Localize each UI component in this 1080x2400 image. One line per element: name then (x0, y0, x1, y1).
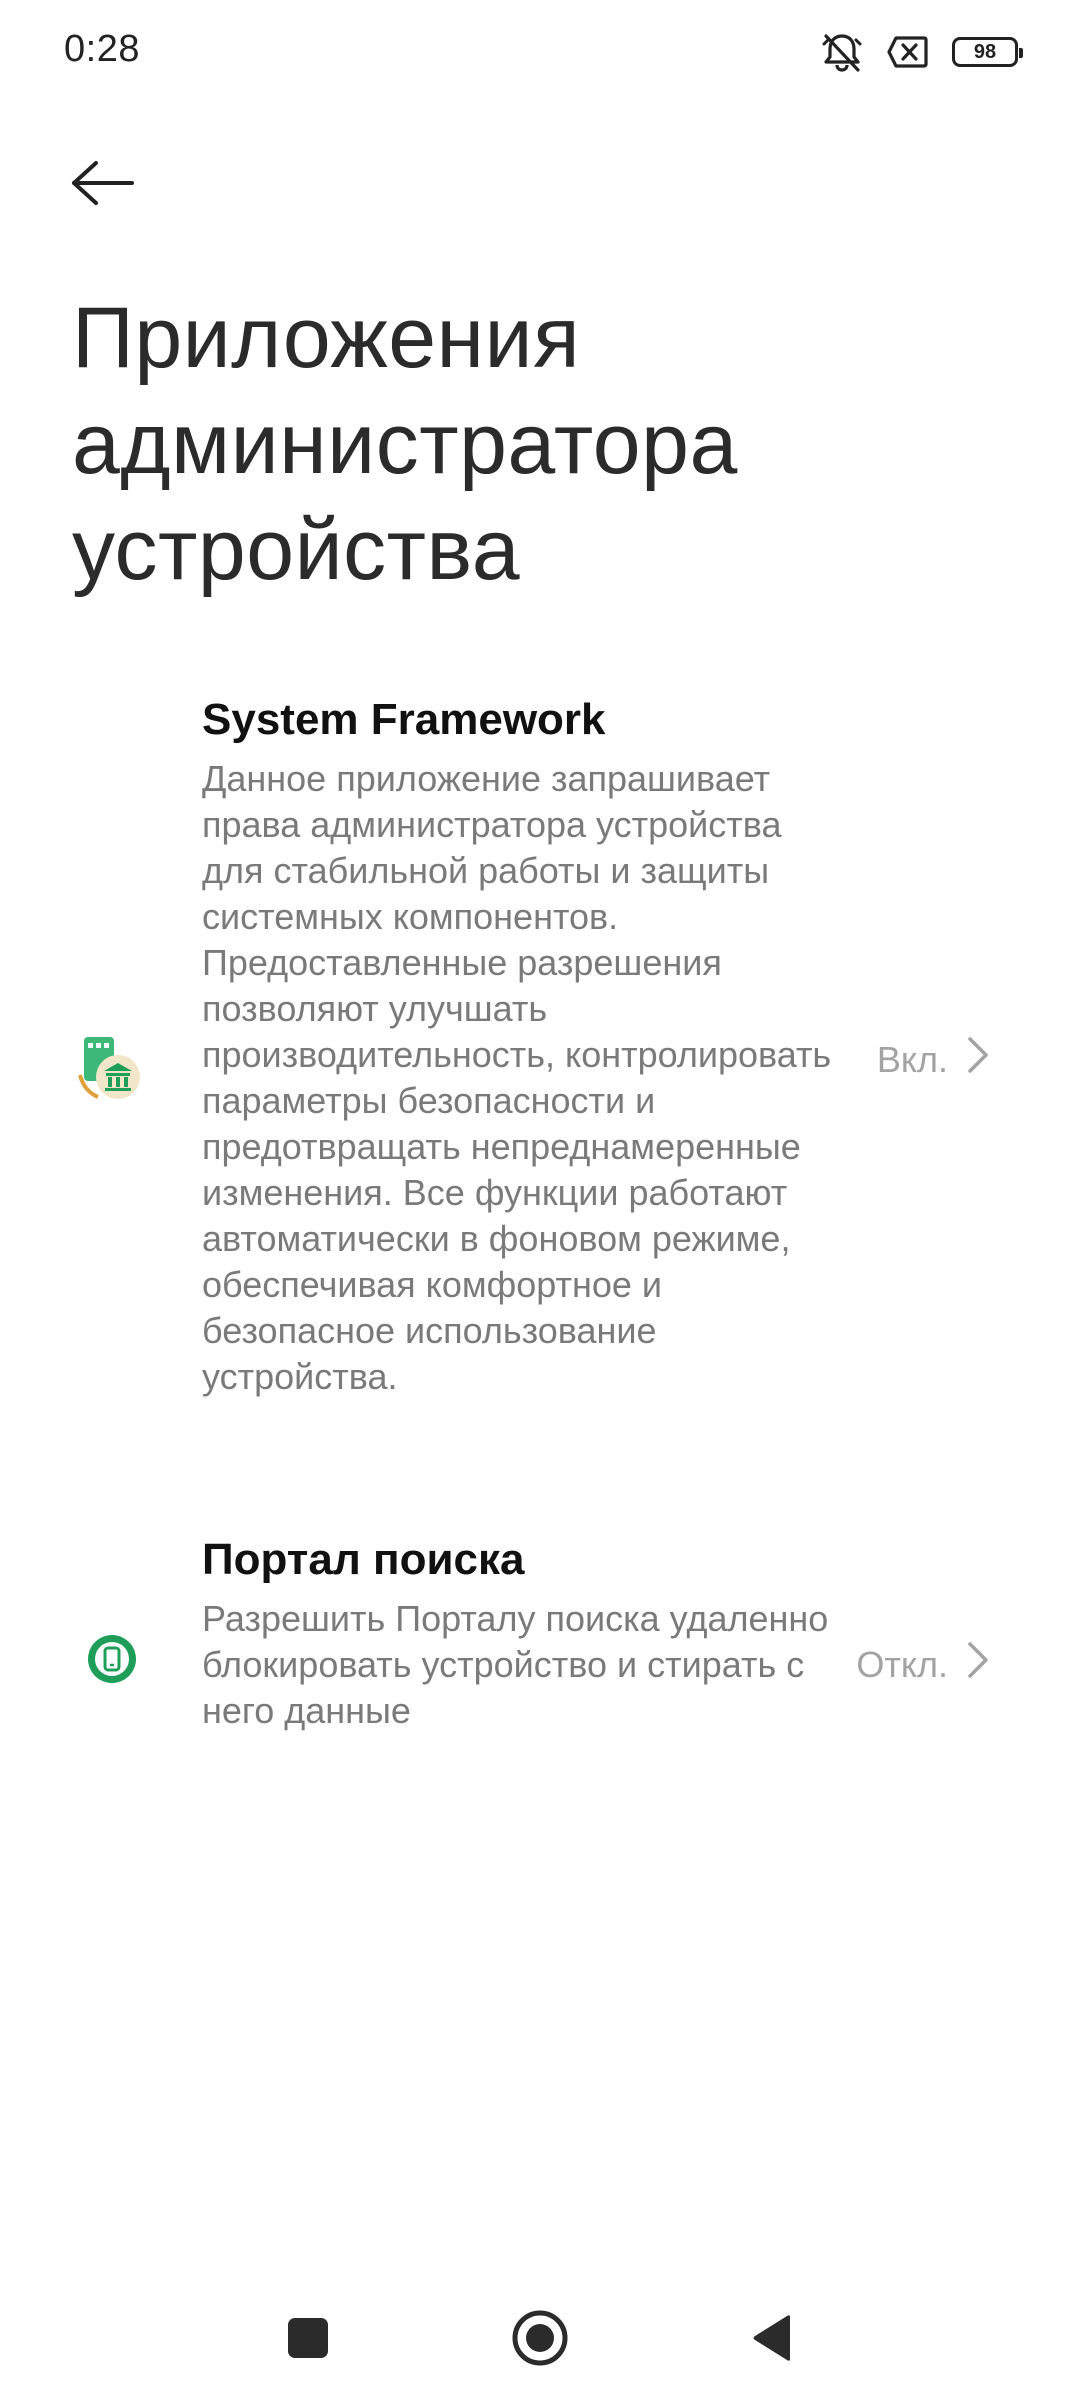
bank-app-icon (78, 1035, 146, 1103)
item-text: System Framework Данное приложение запра… (202, 690, 852, 1400)
item-status: Откл. (856, 1640, 990, 1689)
home-circle-icon (510, 2308, 570, 2373)
item-status: Вкл. (877, 1035, 990, 1084)
sim-x-icon (886, 32, 930, 72)
recents-square-icon (286, 2316, 330, 2365)
page-title: Приложения администратора устройства (72, 290, 738, 598)
back-triangle-icon (750, 2313, 794, 2368)
bell-off-icon (820, 30, 864, 74)
item-title: System Framework (202, 695, 606, 744)
status-label: Вкл. (876, 1038, 948, 1080)
arrow-left-icon (70, 159, 136, 212)
find-device-icon (78, 1625, 146, 1693)
item-text: Портал поиска Разрешить Порталу поиска у… (202, 1530, 852, 1734)
status-icons: 98 (820, 30, 1023, 74)
nav-back-button[interactable] (732, 2300, 812, 2380)
back-button[interactable] (70, 145, 150, 225)
item-description: Разрешить Порталу поиска удаленно блокир… (202, 1598, 829, 1731)
list-item-find-device[interactable]: Портал поиска Разрешить Порталу поиска у… (0, 1530, 1080, 1800)
status-label: Откл. (856, 1643, 948, 1685)
list-item-system-framework[interactable]: System Framework Данное приложение запра… (0, 690, 1080, 1460)
recents-button[interactable] (268, 2300, 348, 2380)
home-button[interactable] (500, 2300, 580, 2380)
battery-level: 98 (973, 41, 997, 63)
navigation-bar (0, 2270, 1080, 2400)
item-title: Портал поиска (202, 1535, 525, 1584)
chevron-right-icon (966, 1035, 990, 1084)
item-description: Данное приложение запрашивает права адми… (202, 758, 832, 1397)
battery-icon: 98 (952, 37, 1023, 67)
status-bar: 0:28 98 (0, 0, 1080, 100)
status-time: 0:28 (64, 28, 140, 70)
chevron-right-icon (966, 1640, 990, 1689)
